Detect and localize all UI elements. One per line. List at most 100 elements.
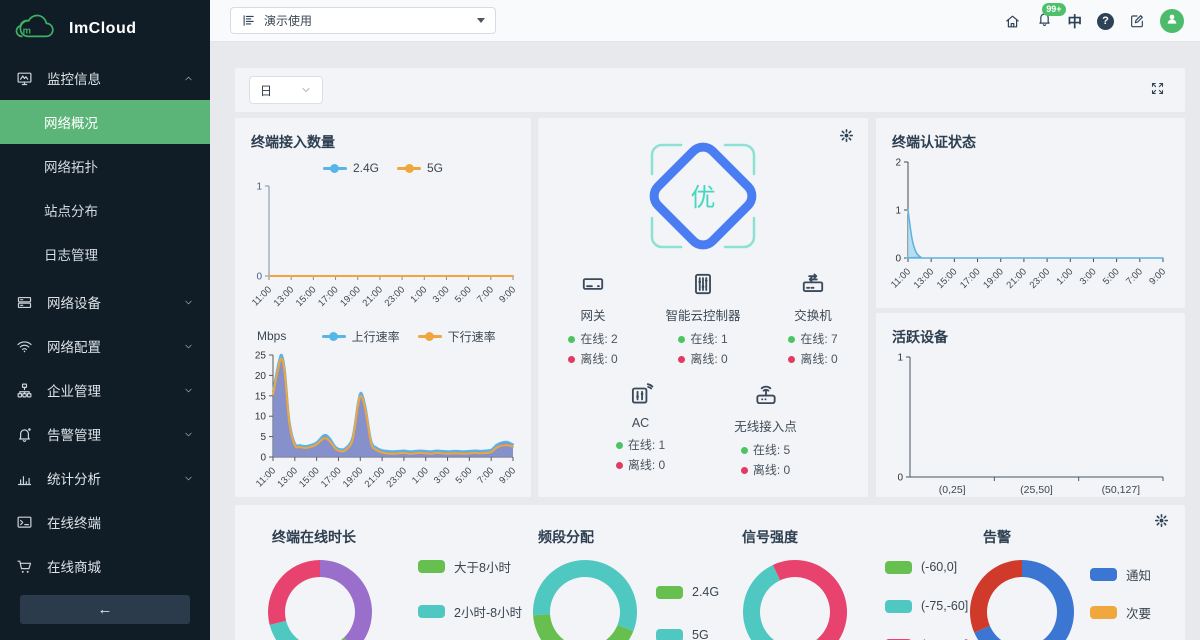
svg-text:7:00: 7:00 xyxy=(475,284,496,305)
monitor-icon xyxy=(16,69,34,87)
sidebar-item-network-config[interactable]: 网络配置 xyxy=(0,324,210,368)
caret-down-icon xyxy=(477,18,485,23)
signal-strength-donut xyxy=(740,557,850,640)
sidebar-subitem[interactable]: 网络概况 xyxy=(0,100,210,144)
svg-text:21:00: 21:00 xyxy=(363,465,388,490)
device-status-row: 网关在线: 2离线: 0智能云控制器在线: 1离线: 0交换机在线: 7离线: … xyxy=(538,270,868,369)
sidebar-menu: 监控信息网络概况网络拓扑站点分布日志管理网络设备网络配置企业管理告警管理统计分析… xyxy=(0,56,210,588)
switch-icon xyxy=(800,270,826,298)
left-arrow-icon: ← xyxy=(98,601,113,618)
sidebar-item-enterprise[interactable]: 企业管理 xyxy=(0,368,210,412)
sidebar-item-online-terminals[interactable]: 在线终端 xyxy=(0,500,210,544)
sidebar-item-label: 企业管理 xyxy=(47,380,183,400)
svg-text:13:00: 13:00 xyxy=(272,284,297,309)
device-online-count: 在线: 1 xyxy=(616,435,665,455)
svg-text:15: 15 xyxy=(255,391,267,402)
auth-status-chart: 01211:0013:0015:0017:0019:0021:0023:001:… xyxy=(884,154,1171,302)
svg-text:15:00: 15:00 xyxy=(297,465,322,490)
legend-swatch xyxy=(1090,606,1117,619)
topbar-icons: 99+ 中 ? xyxy=(1004,0,1185,42)
band-allocation-group: 频段分配 2.4G5G xyxy=(501,505,701,640)
gear-icon[interactable] xyxy=(839,128,854,143)
app-logo[interactable]: m ImCloud xyxy=(0,0,210,56)
chevron-down-icon xyxy=(183,429,194,440)
svg-text:5:00: 5:00 xyxy=(454,465,475,486)
site-selector[interactable]: 演示使用 xyxy=(230,7,496,34)
notifications-button[interactable]: 99+ xyxy=(1036,10,1053,32)
terminal-icon xyxy=(16,513,34,531)
legend-item[interactable]: 下行速率 xyxy=(418,328,496,345)
sidebar-item-online-mall[interactable]: 在线商城 xyxy=(0,544,210,588)
svg-text:11:00: 11:00 xyxy=(254,465,278,489)
device-status: 无线接入点在线: 5离线: 0 xyxy=(703,381,828,480)
period-select[interactable]: 日 xyxy=(249,76,323,104)
alarm-donut xyxy=(967,557,1077,640)
device-offline-count: 离线: 0 xyxy=(788,349,837,369)
sidebar-subitem[interactable]: 网络拓扑 xyxy=(0,144,210,188)
device-offline-count: 离线: 0 xyxy=(616,455,665,475)
language-toggle[interactable]: 中 xyxy=(1068,11,1083,32)
home-icon[interactable] xyxy=(1004,13,1021,30)
device-online-count: 在线: 1 xyxy=(678,329,727,349)
sidebar-item-label: 告警管理 xyxy=(47,424,183,444)
legend-swatch xyxy=(418,560,445,573)
svg-text:23:00: 23:00 xyxy=(383,284,408,309)
access-chart-legend: 2.4G 5G xyxy=(235,160,531,176)
network-health-card: 优 网关在线: 2离线: 0智能云控制器在线: 1离线: 0交换机在线: 7离线… xyxy=(538,118,868,497)
panel-title: 告警 xyxy=(983,527,1011,547)
legend-marker-icon xyxy=(397,164,421,173)
ac-icon xyxy=(628,381,654,409)
legend-item[interactable]: 次要 xyxy=(1090,603,1151,622)
sidebar-item-label: 统计分析 xyxy=(47,468,183,488)
alarm-group: 告警 通知次要重要 xyxy=(946,505,1166,640)
svg-text:1: 1 xyxy=(897,353,903,364)
fullscreen-icon[interactable] xyxy=(1150,81,1165,96)
sidebar-item-monitor[interactable]: 监控信息 xyxy=(0,56,210,100)
device-status: 网关在线: 2离线: 0 xyxy=(538,270,648,369)
device-online-count: 在线: 5 xyxy=(741,440,790,460)
period-value: 日 xyxy=(260,82,272,99)
sidebar-subitem[interactable]: 日志管理 xyxy=(0,232,210,276)
controller-icon xyxy=(690,270,716,298)
svg-text:1: 1 xyxy=(895,206,901,217)
svg-text:15:00: 15:00 xyxy=(294,284,319,309)
sidebar-item-network-devices[interactable]: 网络设备 xyxy=(0,280,210,324)
svg-text:1:00: 1:00 xyxy=(410,465,431,486)
cloud-logo-icon: m xyxy=(14,12,60,47)
legend-item[interactable]: 上行速率 xyxy=(322,328,400,345)
sidebar-item-label: 网络配置 xyxy=(47,336,183,356)
device-name: 无线接入点 xyxy=(734,416,797,435)
svg-text:(25,50]: (25,50] xyxy=(1020,484,1053,496)
sidebar-collapse-button[interactable]: ← xyxy=(20,595,190,624)
sidebar-item-label: 监控信息 xyxy=(47,68,183,88)
signal-strength-group: 信号强度 (-60,0](-75,-60](-95,-75] xyxy=(705,505,950,640)
edit-icon[interactable] xyxy=(1129,13,1145,29)
gateway-icon xyxy=(580,270,606,298)
topbar: 演示使用 99+ 中 ? xyxy=(210,0,1200,42)
chevron-down-icon xyxy=(300,84,312,96)
sidebar-item-statistics[interactable]: 统计分析 xyxy=(0,456,210,500)
legend-item[interactable]: 通知 xyxy=(1090,565,1151,584)
avatar[interactable] xyxy=(1160,9,1184,33)
device-offline-count: 离线: 0 xyxy=(741,460,790,480)
wifi-icon xyxy=(16,337,34,355)
sidebar-subitem[interactable]: 站点分布 xyxy=(0,188,210,232)
panel-title: 活跃设备 xyxy=(876,313,1185,347)
site-list-icon xyxy=(241,13,256,28)
svg-text:25: 25 xyxy=(255,351,267,362)
legend-item[interactable]: 2.4G xyxy=(323,161,379,175)
svg-text:5: 5 xyxy=(260,432,266,443)
svg-text:1:00: 1:00 xyxy=(409,284,430,305)
sidebar-item-alarm-mgmt[interactable]: 告警管理 xyxy=(0,412,210,456)
health-grade: 优 xyxy=(690,178,715,214)
app-title: ImCloud xyxy=(69,20,137,38)
svg-text:17:00: 17:00 xyxy=(319,465,344,490)
panel-title: 信号强度 xyxy=(742,527,798,547)
legend-item[interactable]: 5G xyxy=(397,161,443,175)
health-grade-widget: 优 xyxy=(641,134,765,258)
throughput-chart: 051015202511:0013:0015:0017:0019:0021:00… xyxy=(243,347,521,499)
help-icon[interactable]: ? xyxy=(1097,13,1114,30)
svg-text:13:00: 13:00 xyxy=(912,266,937,291)
device-online-count: 在线: 7 xyxy=(788,329,837,349)
device-name: 智能云控制器 xyxy=(665,305,740,324)
